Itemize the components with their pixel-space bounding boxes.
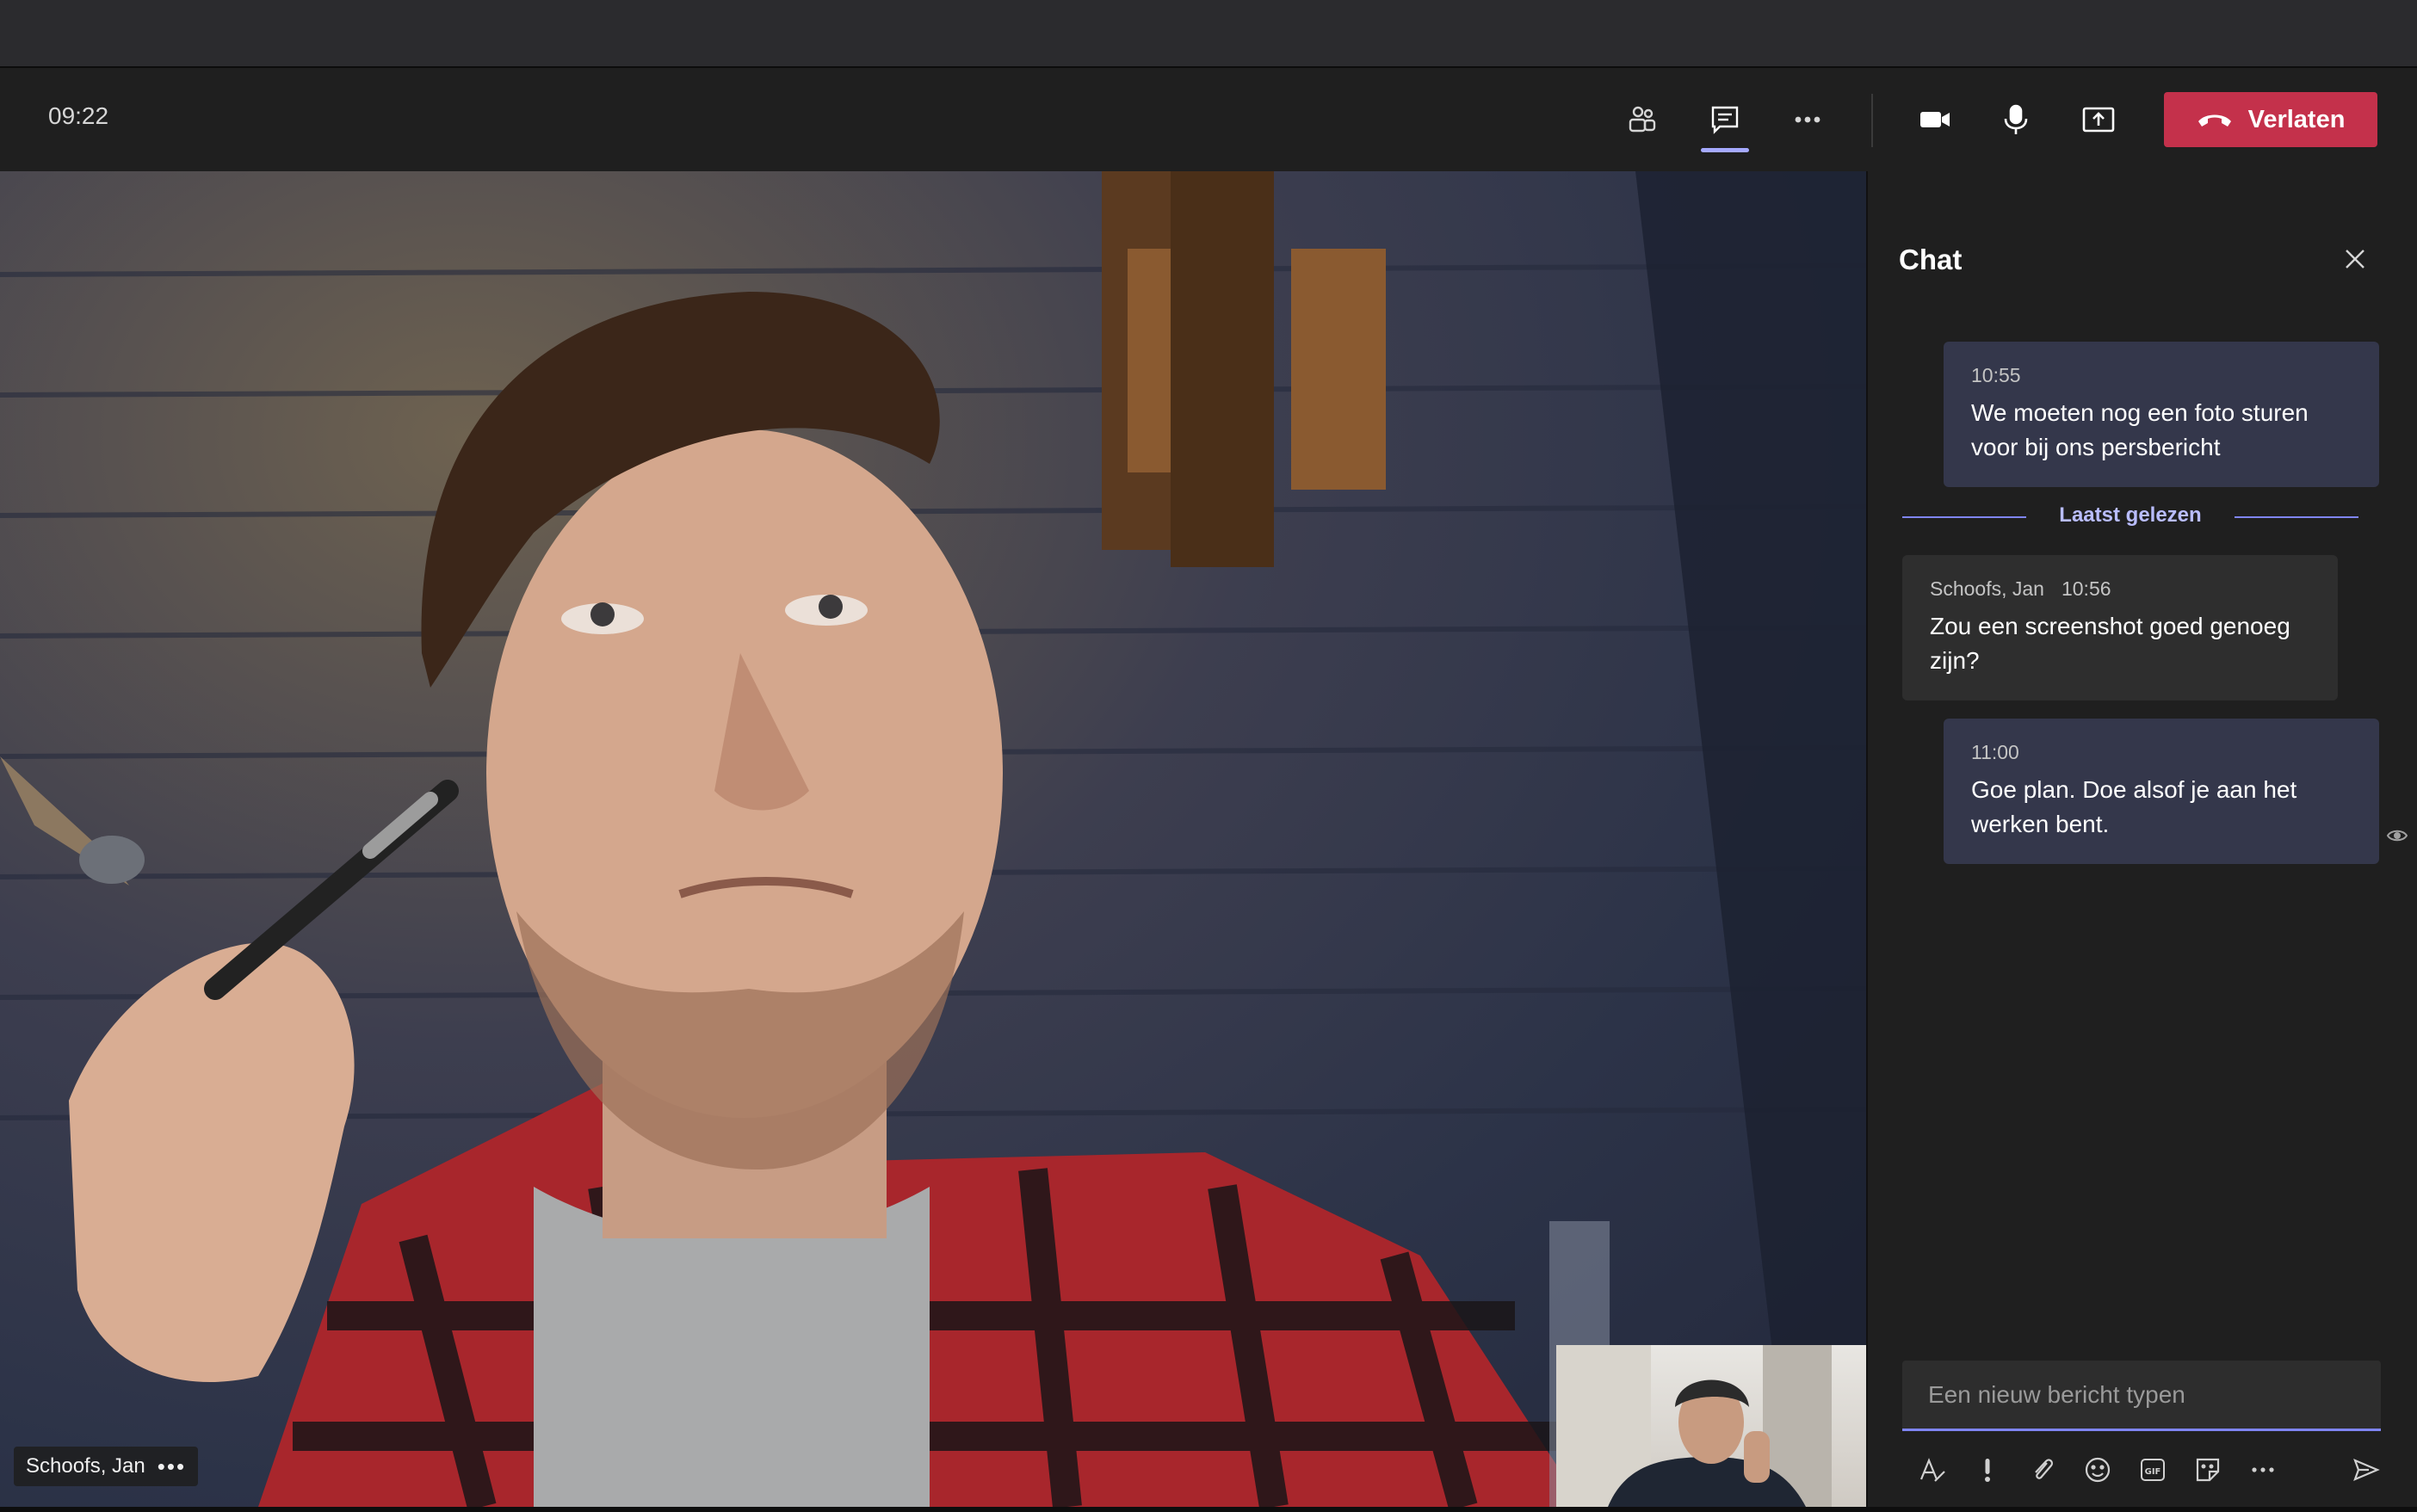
message-author: Schoofs, Jan [1930, 577, 2044, 600]
read-receipt-icon [2386, 830, 2408, 842]
message-time: 10:55 [1971, 364, 2021, 386]
send-button[interactable] [2346, 1450, 2386, 1490]
hang-up-icon [2198, 114, 2231, 127]
message-input[interactable] [1902, 1361, 2381, 1429]
message-meta: Schoofs, Jan 10:56 [1930, 577, 2310, 601]
microphone-icon [2004, 104, 2028, 134]
chat-button[interactable] [1694, 89, 1756, 152]
send-icon [2353, 1459, 2380, 1481]
format-button[interactable] [1913, 1450, 1952, 1490]
sticker-icon [2196, 1458, 2220, 1482]
window-bottom-edge [0, 1507, 2417, 1512]
attach-button[interactable] [2023, 1450, 2062, 1490]
call-timer: 09:22 [48, 102, 109, 129]
more-icon [2252, 1467, 2274, 1472]
close-chat-button[interactable] [2333, 237, 2377, 281]
chat-panel: Chat 10:55 We moeten nog een foto sturen… [1868, 171, 2417, 1507]
self-preview-video [1556, 1345, 1866, 1507]
paperclip-icon [2035, 1459, 2053, 1479]
participant-video: Schoofs, Jan ••• [0, 171, 1866, 1507]
message-compose-box [1902, 1361, 2381, 1431]
format-icon [1919, 1458, 1945, 1482]
self-preview-image [1556, 1345, 1832, 1507]
leave-call-button[interactable]: Verlaten [2164, 92, 2377, 147]
divider-line-right [2235, 516, 2358, 518]
more-options-button[interactable] [2243, 1450, 2283, 1490]
message-time: 10:56 [2061, 577, 2111, 600]
svg-text:GIF: GIF [2145, 1467, 2161, 1477]
emoji-icon [2085, 1457, 2111, 1483]
sticker-button[interactable] [2188, 1450, 2228, 1490]
participants-icon [1629, 106, 1656, 133]
participant-name-tag: Schoofs, Jan ••• [14, 1447, 199, 1486]
more-actions-button[interactable] [1777, 89, 1839, 151]
emoji-button[interactable] [2078, 1450, 2117, 1490]
close-icon [2346, 250, 2364, 268]
more-icon [1795, 116, 1820, 123]
message-time: 11:00 [1971, 741, 2019, 763]
message-text: Goe plan. Doe alsof je aan het werken be… [1971, 776, 2297, 837]
chat-title: Chat [1899, 244, 1963, 275]
participant-more-button[interactable]: ••• [158, 1453, 186, 1480]
message-text: We moeten nog een foto sturen voor bij o… [1971, 399, 2309, 460]
chat-message: Schoofs, Jan 10:56 Zou een screenshot goe… [1902, 555, 2338, 700]
important-button[interactable] [1968, 1450, 2007, 1490]
gif-icon: GIF [2141, 1459, 2165, 1481]
share-screen-button[interactable] [2068, 89, 2130, 151]
microphone-button[interactable] [1985, 89, 2047, 151]
participant-name: Schoofs, Jan [26, 1454, 145, 1478]
share-screen-icon [2082, 107, 2115, 133]
active-tab-indicator [1701, 148, 1749, 152]
chat-message: 11:00 Goe plan. Doe alsof je aan het wer… [1944, 719, 2379, 864]
last-read-divider: Laatst gelezen [1902, 502, 2358, 531]
toolbar-divider [1871, 94, 1873, 147]
camera-icon [1920, 112, 1950, 127]
message-text: Zou een screenshot goed genoeg zijn? [1930, 613, 2290, 674]
chat-message: 10:55 We moeten nog een foto sturen voor… [1944, 342, 2379, 487]
gif-button[interactable]: GIF [2133, 1450, 2173, 1490]
camera-button[interactable] [1904, 89, 1966, 151]
compose-toolbar: GIF [1902, 1443, 2393, 1495]
last-read-label: Laatst gelezen [2059, 503, 2202, 527]
chat-icon [1711, 106, 1739, 134]
video-feed-image [0, 171, 1866, 1507]
participants-button[interactable] [1611, 89, 1673, 151]
call-toolbar: 09:22 Verlaten [0, 68, 2417, 171]
exclamation-icon [1985, 1459, 1990, 1482]
window-title-bar [0, 0, 2417, 68]
leave-label: Verlaten [2247, 105, 2346, 133]
